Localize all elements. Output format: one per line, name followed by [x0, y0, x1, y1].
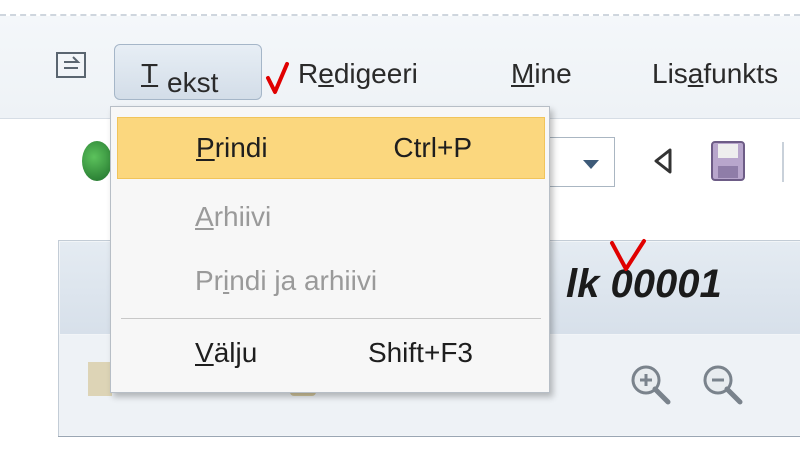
menu-tekst-label: Tekst	[141, 58, 219, 98]
command-field-dropdown[interactable]	[545, 137, 615, 187]
menu-item-prindi-ja-arhiivi-label: Prindi ja arhiivi	[195, 265, 378, 296]
toolbar-separator	[782, 142, 784, 182]
back-icon[interactable]	[652, 146, 676, 176]
save-icon[interactable]	[710, 140, 746, 182]
zoom-out-icon[interactable]	[700, 362, 746, 408]
menu-item-arhiivi: Arhiivi	[117, 187, 545, 249]
menu-redigeeri[interactable]: Redigeeri	[298, 54, 418, 94]
panel-body	[58, 436, 800, 475]
menu-item-prindi-shortcut: Ctrl+P	[393, 132, 472, 163]
menu-item-prindi-ja-arhiivi: Prindi ja arhiivi	[117, 251, 545, 313]
menu-item-arhiivi-label: Arhiivi	[195, 201, 272, 232]
menu-item-prindi[interactable]: Prindi Ctrl+P	[117, 117, 545, 179]
menu-item-valju-label: Välju	[195, 337, 258, 368]
menu-toggle-icon[interactable]	[54, 50, 88, 80]
green-check-icon[interactable]	[82, 141, 112, 181]
menu-tekst[interactable]: Tekst	[114, 44, 262, 100]
menu-item-valju[interactable]: Välju Shift+F3	[117, 323, 545, 385]
annotation-check-mark	[266, 62, 289, 94]
print-icon[interactable]	[88, 362, 112, 396]
tekst-dropdown-menu: Prindi Ctrl+P Arhiivi Prindi ja arhiivi …	[110, 106, 646, 393]
menu-lisafunktsioonid[interactable]: Lisafunkts	[652, 54, 778, 94]
zoom-in-icon[interactable]	[628, 362, 674, 408]
menu-separator	[121, 318, 541, 319]
annotation-v-mark	[610, 239, 646, 271]
menu-item-valju-shortcut: Shift+F3	[367, 337, 473, 368]
menu-mine[interactable]: Mine	[511, 54, 572, 94]
dropdown-arrow-icon[interactable]	[583, 160, 599, 169]
top-strip	[0, 0, 800, 16]
menu-item-prindi-label: Prindi	[196, 132, 268, 163]
